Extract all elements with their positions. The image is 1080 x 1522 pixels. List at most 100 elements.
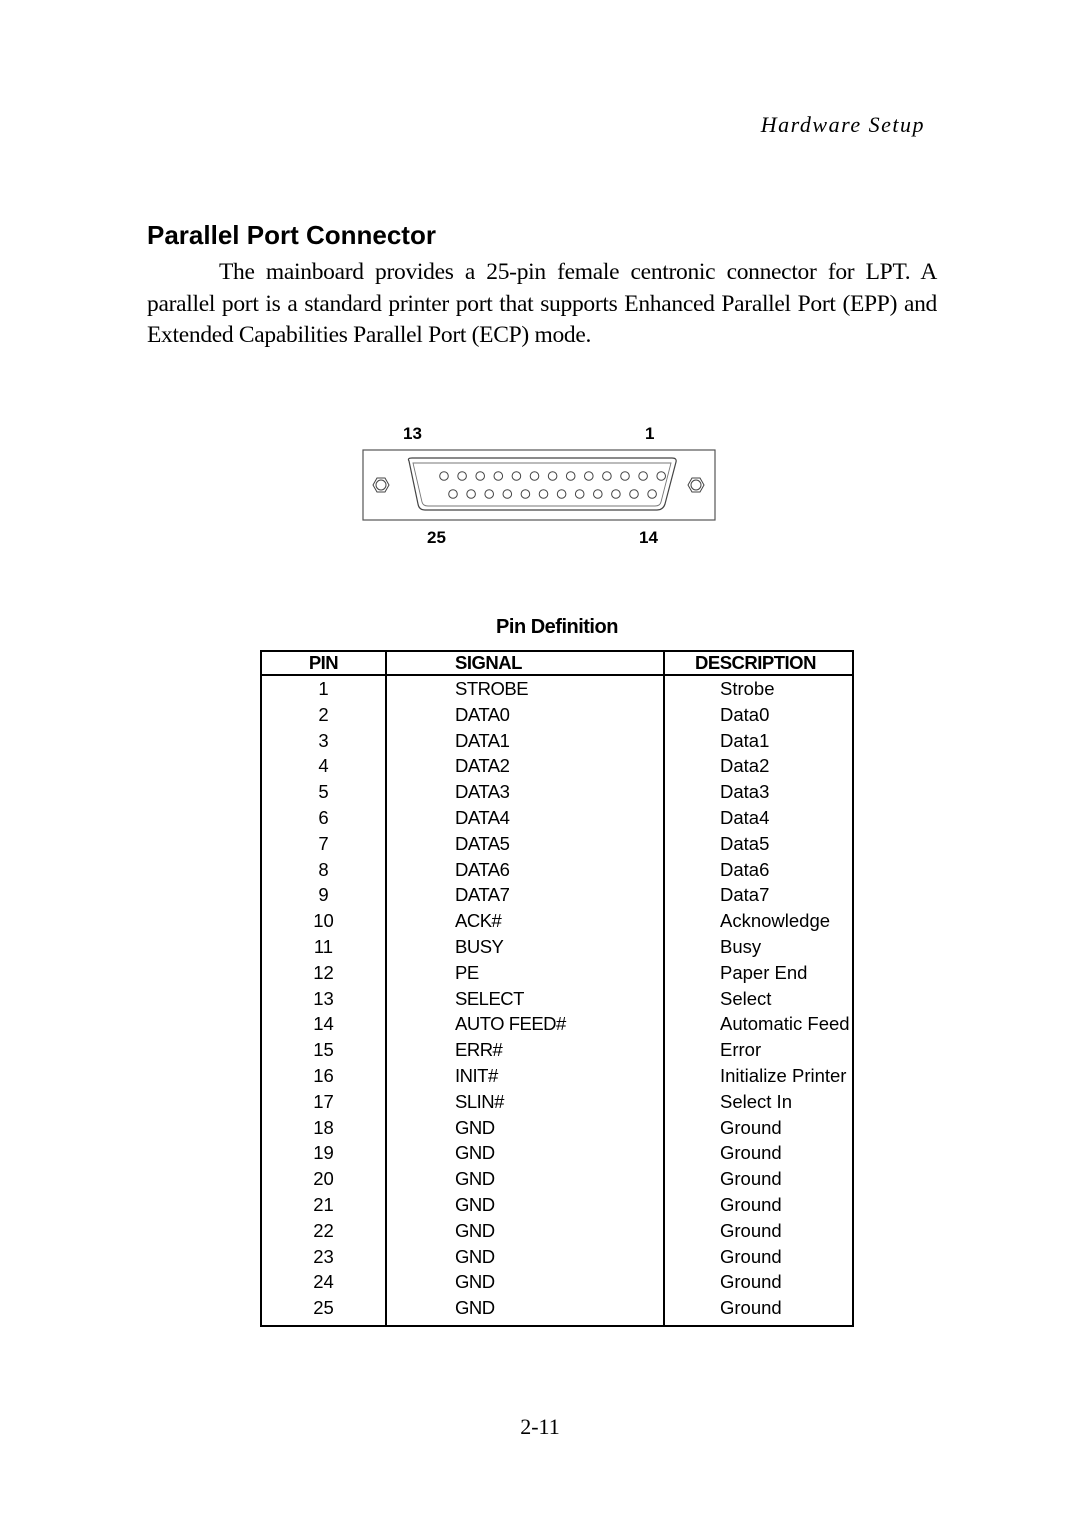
pin-number: 7 [261, 830, 387, 857]
pin-number: 5 [261, 779, 387, 805]
table-row: 24 GND Ground [261, 1269, 853, 1296]
pin-number: 16 [261, 1062, 387, 1089]
table-row: 15 ERR# Error [261, 1037, 853, 1063]
table-row: 4 DATA2 Data2 [261, 753, 853, 780]
header-signal: SIGNAL [386, 651, 665, 676]
signal-name: SELECT [386, 985, 665, 1012]
signal-name: DATA3 [386, 779, 665, 805]
pin-number: 11 [261, 933, 387, 960]
pin-number: 21 [261, 1191, 387, 1218]
header-description: DESCRIPTION [664, 651, 853, 676]
connector-drawing [362, 449, 716, 521]
signal-description: Data0 [720, 703, 770, 725]
pin-number: 22 [261, 1217, 387, 1244]
pin-number: 9 [261, 882, 387, 909]
signal-name: GND [386, 1166, 665, 1192]
signal-description: Select [720, 987, 772, 1009]
pin-number: 18 [261, 1114, 387, 1141]
pin-definition-table: PIN SIGNAL DESCRIPTION 1 STROBE Strobe 2 DAT… [260, 650, 854, 1327]
pin-number: 2 [261, 701, 387, 728]
table-row: 19 GND Ground [261, 1140, 853, 1167]
pin-number: 8 [261, 856, 387, 883]
signal-name: SLIN# [386, 1088, 665, 1115]
pin-number: 12 [261, 959, 387, 986]
intro-paragraph: The mainboard provides a 25-pin female c… [147, 259, 937, 348]
table-row: 3 DATA1 Data1 [261, 727, 853, 754]
signal-name: INIT# [386, 1062, 665, 1089]
table-row: 14 AUTO FEED# Automatic Feed [261, 1011, 853, 1038]
signal-description: Data7 [720, 884, 770, 906]
table-row: 21 GND Ground [261, 1191, 853, 1218]
signal-description: Strobe [720, 678, 775, 699]
pin-number: 17 [261, 1088, 387, 1115]
signal-description: Data2 [720, 755, 770, 777]
signal-description: Ground [720, 1116, 782, 1138]
signal-description: Select In [720, 1090, 792, 1112]
signal-description: Data3 [720, 781, 770, 803]
page-number: 2-11 [520, 1414, 560, 1439]
pin-number: 10 [261, 908, 387, 934]
signal-description: Ground [720, 1219, 782, 1241]
table-row: 2 DATA0 Data0 [261, 701, 853, 728]
signal-name: GND [386, 1295, 665, 1326]
signal-description: Data6 [720, 858, 770, 880]
signal-name: DATA1 [386, 727, 665, 754]
signal-description: Error [720, 1039, 762, 1061]
signal-description: Automatic Feed [720, 1013, 850, 1035]
table-row: 17 SLIN# Select In [261, 1088, 853, 1115]
signal-description: Data5 [720, 832, 770, 854]
table-row: 11 BUSY Busy [261, 933, 853, 960]
signal-name: DATA2 [386, 753, 665, 780]
signal-name: GND [386, 1217, 665, 1244]
signal-description: Ground [720, 1245, 782, 1267]
signal-name: ERR# [386, 1037, 665, 1063]
table-row: 18 GND Ground [261, 1114, 853, 1141]
signal-name: GND [386, 1140, 665, 1167]
signal-description: Data4 [720, 806, 770, 828]
table-row: 5 DATA3 Data3 [261, 779, 853, 805]
pin-number: 1 [261, 675, 387, 702]
signal-name: DATA7 [386, 882, 665, 909]
signal-name: GND [386, 1243, 665, 1270]
table-row: 10 ACK# Acknowledge [261, 908, 853, 934]
pin-table-caption: Pin Definition [496, 616, 618, 638]
running-header: Hardware Setup [760, 112, 925, 137]
table-row: 9 DATA7 Data7 [261, 882, 853, 909]
signal-name: DATA5 [386, 830, 665, 857]
signal-description: Busy [720, 935, 762, 957]
signal-description: Ground [720, 1297, 782, 1319]
table-row: 22 GND Ground [261, 1217, 853, 1244]
pin-number: 13 [261, 985, 387, 1012]
signal-name: BUSY [386, 933, 665, 960]
pin-number: 20 [261, 1166, 387, 1192]
section-title: Parallel Port Connector [147, 220, 436, 250]
signal-name: DATA6 [386, 856, 665, 883]
signal-name: STROBE [386, 675, 665, 702]
pin-number: 4 [261, 753, 387, 780]
signal-description: Ground [720, 1142, 782, 1164]
signal-description: Acknowledge [720, 910, 831, 932]
pin-number: 25 [261, 1295, 387, 1326]
signal-description: Initialize Printer [720, 1064, 847, 1086]
signal-description: Ground [720, 1193, 782, 1215]
signal-name: DATA4 [386, 804, 665, 831]
signal-name: ACK# [386, 908, 665, 934]
pin-number: 15 [261, 1037, 387, 1063]
signal-description: Ground [720, 1168, 782, 1190]
pin-number: 23 [261, 1243, 387, 1270]
header-pin: PIN [261, 651, 387, 676]
signal-name: DATA0 [386, 701, 665, 728]
signal-name: AUTO FEED# [386, 1011, 665, 1038]
signal-name: GND [386, 1269, 665, 1296]
pin-number: 19 [261, 1140, 387, 1167]
pin-number: 6 [261, 804, 387, 831]
pin-number: 24 [261, 1269, 387, 1296]
signal-name: PE [386, 959, 665, 986]
connector-shell-outer [407, 457, 677, 511]
table-row: 8 DATA6 Data6 [261, 856, 853, 883]
db25-connector-diagram: 13 1 25 14 [355, 424, 725, 554]
signal-name: GND [386, 1191, 665, 1218]
pin-number: 14 [261, 1011, 387, 1038]
signal-description: Paper End [720, 961, 808, 983]
table-row: 23 GND Ground [261, 1243, 853, 1270]
